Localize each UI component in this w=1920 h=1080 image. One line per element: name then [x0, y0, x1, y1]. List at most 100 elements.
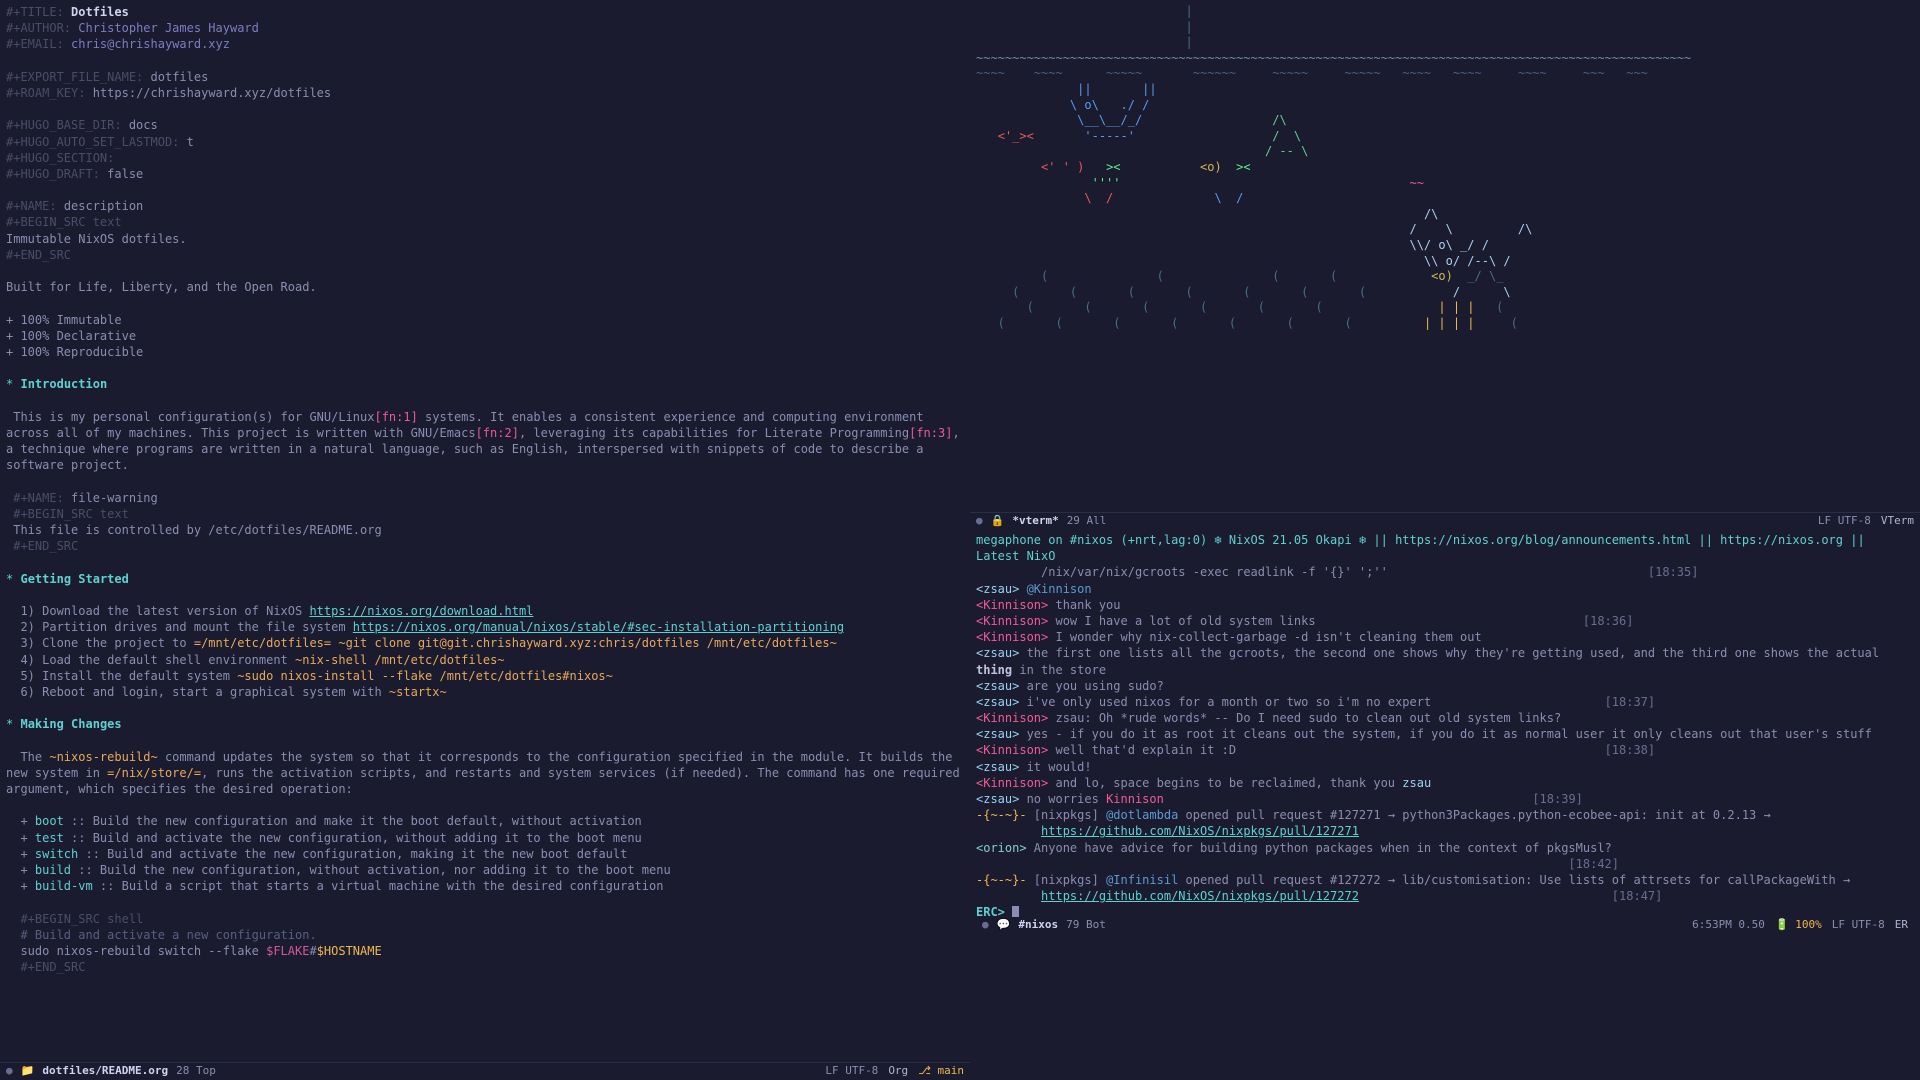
op-boot: boot: [35, 814, 64, 828]
heading-star-3[interactable]: *: [6, 717, 13, 731]
nick-zsau[interactable]: <zsau>: [976, 727, 1019, 741]
footnote-1[interactable]: [fn:1]: [374, 410, 417, 424]
nick-zsau[interactable]: <zsau>: [976, 792, 1019, 806]
heading-star[interactable]: *: [6, 377, 13, 391]
begin-src-shell: #+BEGIN_SRC shell: [20, 912, 143, 926]
nick-kinnison[interactable]: <Kinnison>: [976, 598, 1048, 612]
ascii-art: | | | ~~~~~~~~~~~~~~~~~~~~~~~~~~~~~~~~~~…: [976, 4, 1920, 331]
circle-icon-i: ●: [982, 918, 989, 933]
nick-zsau[interactable]: <zsau>: [976, 679, 1019, 693]
irc-topic: megaphone on #nixos (+nrt,lag:0) ❄ NixOS…: [976, 533, 1872, 563]
tagline: Built for Life, Liberty, and the Open Ro…: [6, 280, 317, 294]
clock: 6:53PM 0.50: [1692, 918, 1765, 933]
op-build-vm: build-vm: [35, 879, 93, 893]
org-buffer-pane: #+TITLE: Dotfiles #+AUTHOR: Christopher …: [0, 0, 970, 1080]
vterm-mode[interactable]: VTerm: [1881, 514, 1914, 529]
end-src-2: #+END_SRC: [13, 539, 78, 553]
nick-kinnison[interactable]: <Kinnison>: [976, 776, 1048, 790]
nick-orion[interactable]: <orion>: [976, 841, 1027, 855]
battery-icon: 🔋 100%: [1775, 918, 1822, 933]
bot-notice: -{~-~}-: [976, 808, 1027, 822]
folder-icon[interactable]: 📁: [21, 1064, 35, 1079]
name-desc-key: #+NAME:: [6, 199, 57, 213]
irc-encoding: LF UTF-8: [1832, 918, 1885, 933]
org-content[interactable]: #+TITLE: Dotfiles #+AUTHOR: Christopher …: [6, 4, 964, 975]
comment-icon: 💬: [997, 918, 1011, 933]
op-switch: switch: [35, 847, 78, 861]
export-key: #+EXPORT_FILE_NAME:: [6, 70, 143, 84]
timestamp: [18:35]: [1648, 565, 1699, 579]
vterm-name[interactable]: *vterm*: [1012, 514, 1058, 529]
author-key: #+AUTHOR:: [6, 21, 71, 35]
buffer-mode[interactable]: Org: [888, 1064, 908, 1079]
doc-title: Dotfiles: [71, 5, 129, 19]
shell-command: sudo nixos-rebuild switch --flake $FLAKE…: [20, 944, 381, 958]
heading-making-changes[interactable]: Making Changes: [20, 717, 121, 731]
irc-channel-name[interactable]: #nixos: [1018, 918, 1058, 933]
nick-zsau[interactable]: <zsau>: [976, 582, 1019, 596]
heading-getting-started[interactable]: Getting Started: [20, 572, 128, 586]
bullet-immutable: + 100% Immutable: [6, 313, 122, 327]
footnote-2[interactable]: [fn:2]: [476, 426, 519, 440]
vterm-position: 29 All: [1067, 514, 1107, 529]
buffer-name[interactable]: dotfiles/README.org: [42, 1064, 168, 1079]
vterm-encoding: LF UTF-8: [1818, 514, 1871, 529]
link-download[interactable]: https://nixos.org/download.html: [309, 604, 533, 618]
modeline-vterm: ● 🔒 *vterm* 29 All LF UTF-8 VTerm: [970, 512, 1920, 530]
bullet-declarative: + 100% Declarative: [6, 329, 136, 343]
heading-star-2[interactable]: *: [6, 572, 13, 586]
nick-zsau[interactable]: <zsau>: [976, 646, 1019, 660]
buffer-position: 28 Top: [176, 1064, 216, 1079]
link-pr-127272[interactable]: https://github.com/NixOS/nixpkgs/pull/12…: [1041, 889, 1359, 903]
fw-body: This file is controlled by /etc/dotfiles…: [13, 523, 381, 537]
step-5: 5) Install the default system ~sudo nixo…: [6, 669, 613, 683]
link-partitioning[interactable]: https://nixos.org/manual/nixos/stable/#s…: [353, 620, 844, 634]
intro-text: This is my personal configuration(s) for…: [6, 410, 967, 473]
step-3: 3) Clone the project to =/mnt/etc/dotfil…: [6, 636, 837, 650]
hugo-base-val: docs: [129, 118, 158, 132]
desc-body: Immutable NixOS dotfiles.: [6, 232, 187, 246]
title-key: #+TITLE:: [6, 5, 64, 19]
roam-val: https://chrishayward.xyz/dotfiles: [93, 86, 331, 100]
name-fw-key: #+NAME:: [13, 491, 64, 505]
step-2: 2) Partition drives and mount the file s…: [6, 620, 844, 634]
vterm-pane: | | | ~~~~~~~~~~~~~~~~~~~~~~~~~~~~~~~~~~…: [970, 0, 1920, 530]
end-src-3: #+END_SRC: [20, 960, 85, 974]
buffer-encoding: LF UTF-8: [825, 1064, 878, 1079]
nick-kinnison[interactable]: <Kinnison>: [976, 630, 1048, 644]
doc-email: chris@chrishayward.xyz: [71, 37, 230, 51]
end-src: #+END_SRC: [6, 248, 71, 262]
circle-icon: ●: [6, 1064, 13, 1079]
shell-comment: # Build and activate a new configuration…: [20, 928, 316, 942]
nick-kinnison[interactable]: <Kinnison>: [976, 614, 1048, 628]
step-4: 4) Load the default shell environment ~n…: [6, 653, 505, 667]
irc-mode[interactable]: ER: [1895, 918, 1908, 933]
footnote-3[interactable]: [fn:3]: [909, 426, 952, 440]
irc-position: 79 Bot: [1066, 918, 1106, 933]
step-6: 6) Reboot and login, start a graphical s…: [6, 685, 447, 699]
step-1: 1) Download the latest version of NixOS …: [6, 604, 533, 618]
op-test: test: [35, 831, 64, 845]
link-pr-127271[interactable]: https://github.com/NixOS/nixpkgs/pull/12…: [1041, 824, 1359, 838]
bullet-reproducible: + 100% Reproducible: [6, 345, 143, 359]
heading-intro[interactable]: Introduction: [20, 377, 107, 391]
name-desc: description: [64, 199, 143, 213]
making-changes-para: The ~nixos-rebuild~ command updates the …: [6, 750, 967, 796]
branch-icon[interactable]: ⎇ main: [918, 1064, 964, 1079]
begin-src-text: #+BEGIN_SRC text: [6, 215, 122, 229]
hugo-draft-val: false: [107, 167, 143, 181]
modeline-left: ● 📁 dotfiles/README.org 28 Top LF UTF-8 …: [0, 1062, 970, 1080]
modeline-irc: ● 💬 #nixos 79 Bot 6:53PM 0.50 🔋 100% LF …: [976, 917, 1914, 935]
hugo-base-key: #+HUGO_BASE_DIR:: [6, 118, 122, 132]
roam-key: #+ROAM_KEY:: [6, 86, 85, 100]
doc-author: Christopher James Hayward: [78, 21, 259, 35]
nick-zsau[interactable]: <zsau>: [976, 695, 1019, 709]
circle-icon-v: ●: [976, 514, 983, 529]
name-fw: file-warning: [71, 491, 158, 505]
nick-kinnison[interactable]: <Kinnison>: [976, 711, 1048, 725]
irc-content[interactable]: megaphone on #nixos (+nrt,lag:0) ❄ NixOS…: [976, 532, 1914, 921]
hugo-lastmod-val: t: [187, 135, 194, 149]
nick-zsau[interactable]: <zsau>: [976, 760, 1019, 774]
email-key: #+EMAIL:: [6, 37, 64, 51]
nick-kinnison[interactable]: <Kinnison>: [976, 743, 1048, 757]
